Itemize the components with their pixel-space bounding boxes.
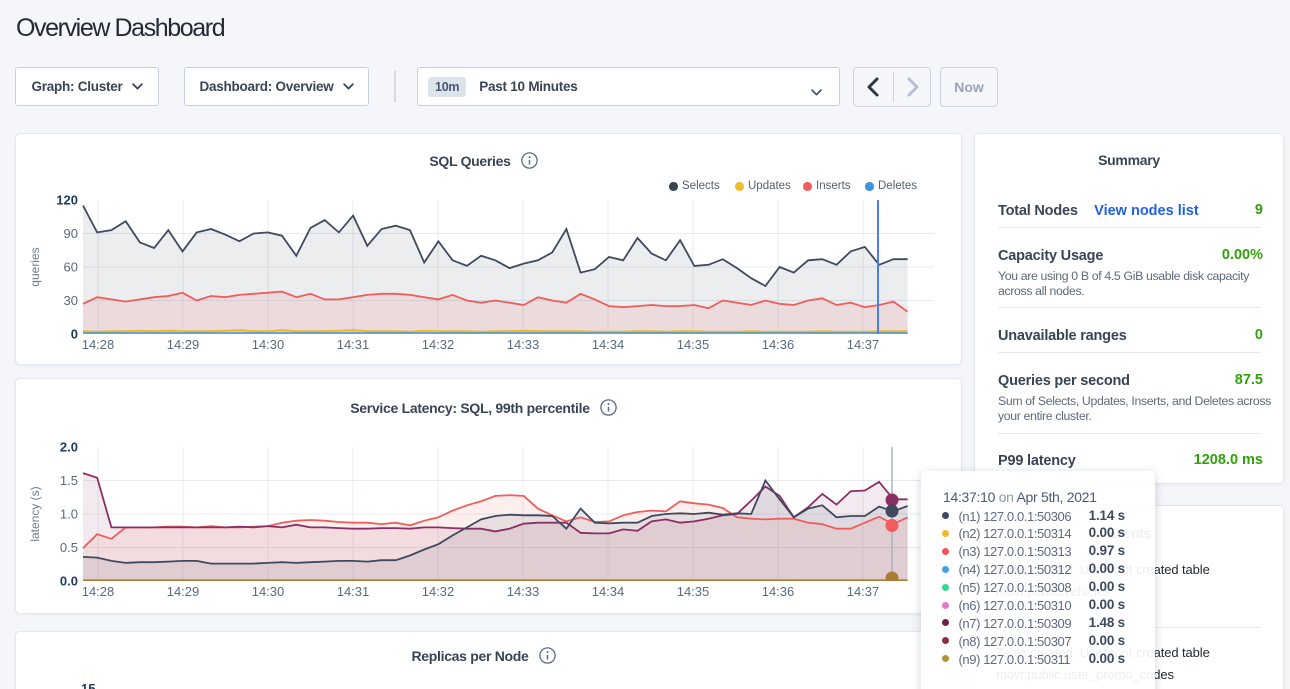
svg-text:14:31: 14:31 xyxy=(337,584,370,599)
svg-text:14:30: 14:30 xyxy=(252,337,285,352)
svg-text:14:35: 14:35 xyxy=(677,337,710,352)
svg-text:0.0: 0.0 xyxy=(60,574,78,589)
svg-text:14:28: 14:28 xyxy=(82,337,115,352)
svg-text:120: 120 xyxy=(56,193,78,208)
svg-text:14:34: 14:34 xyxy=(592,337,625,352)
svg-text:60: 60 xyxy=(64,260,78,275)
svg-text:2.0: 2.0 xyxy=(60,440,78,455)
svg-text:14:36: 14:36 xyxy=(762,337,795,352)
svg-text:0.5: 0.5 xyxy=(60,540,78,555)
svg-text:14:28: 14:28 xyxy=(82,584,115,599)
svg-text:14:31: 14:31 xyxy=(337,337,370,352)
svg-text:14:30: 14:30 xyxy=(252,584,285,599)
svg-text:14:36: 14:36 xyxy=(762,584,795,599)
svg-text:14:37: 14:37 xyxy=(847,584,880,599)
svg-text:14:32: 14:32 xyxy=(422,584,455,599)
svg-text:14:33: 14:33 xyxy=(507,337,540,352)
svg-text:0: 0 xyxy=(71,327,78,342)
svg-text:latency (s): latency (s) xyxy=(28,486,42,541)
svg-text:1.5: 1.5 xyxy=(60,473,78,488)
svg-text:14:32: 14:32 xyxy=(422,337,455,352)
svg-text:14:29: 14:29 xyxy=(167,584,200,599)
svg-text:90: 90 xyxy=(64,226,78,241)
svg-text:1.0: 1.0 xyxy=(60,507,78,522)
svg-text:14:29: 14:29 xyxy=(167,337,200,352)
svg-text:14:33: 14:33 xyxy=(507,584,540,599)
svg-text:14:35: 14:35 xyxy=(677,584,710,599)
svg-text:14:34: 14:34 xyxy=(592,584,625,599)
svg-text:14:37: 14:37 xyxy=(847,337,880,352)
svg-text:30: 30 xyxy=(64,293,78,308)
svg-text:queries: queries xyxy=(28,247,42,286)
